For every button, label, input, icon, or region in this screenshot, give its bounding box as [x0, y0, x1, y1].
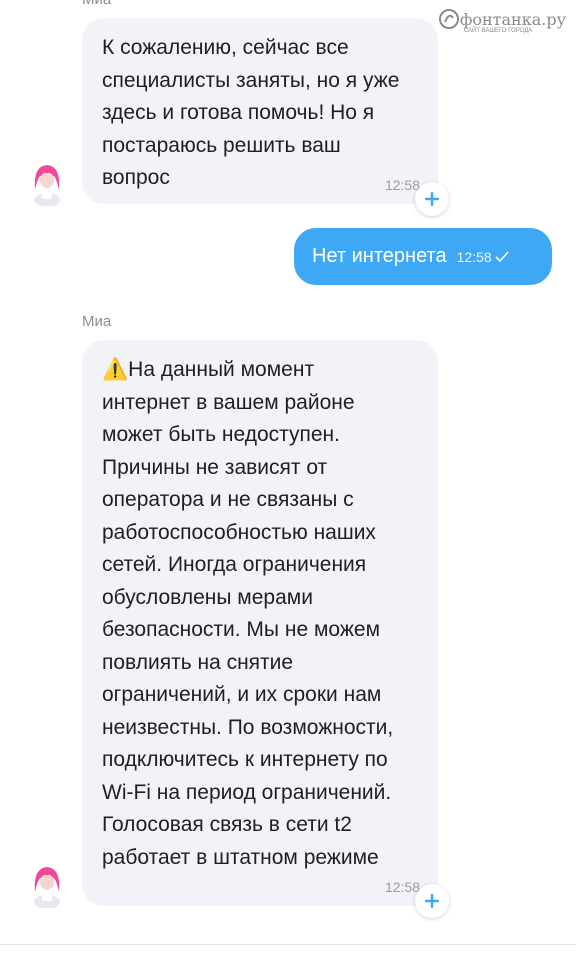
- avatar[interactable]: [24, 862, 70, 909]
- watermark-logo: фонтанка.ру САЙТ ВАШЕГО ГОРОДА: [438, 8, 566, 34]
- divider: [0, 944, 576, 945]
- watermark-icon: [438, 9, 459, 29]
- add-reaction-button[interactable]: [415, 884, 449, 918]
- incoming-message[interactable]: ⚠️На данный момент интернет в вашем райо…: [82, 340, 438, 906]
- avatar[interactable]: [24, 160, 70, 207]
- plus-icon: [424, 893, 440, 909]
- outgoing-message[interactable]: Нет интернета 12:58: [294, 228, 552, 285]
- sender-name: Миа: [82, 313, 112, 330]
- message-text: Нет интернета: [312, 245, 447, 267]
- incoming-message[interactable]: К сожалению, сейчас все специалисты заня…: [82, 18, 438, 204]
- watermark-text: фонтанка.ру: [459, 9, 566, 29]
- message-text: К сожалению, сейчас все специалисты заня…: [102, 36, 400, 189]
- message-time: 12:58: [456, 248, 492, 265]
- plus-icon: [424, 191, 440, 207]
- add-reaction-button[interactable]: [415, 182, 449, 216]
- sender-name: Миа: [82, 0, 111, 8]
- watermark-subtext: САЙТ ВАШЕГО ГОРОДА: [463, 28, 533, 34]
- message-time: 12:58: [384, 177, 420, 193]
- message-text: ⚠️На данный момент интернет в вашем райо…: [102, 358, 394, 869]
- check-icon: [495, 250, 509, 263]
- message-time: 12:58: [384, 879, 420, 895]
